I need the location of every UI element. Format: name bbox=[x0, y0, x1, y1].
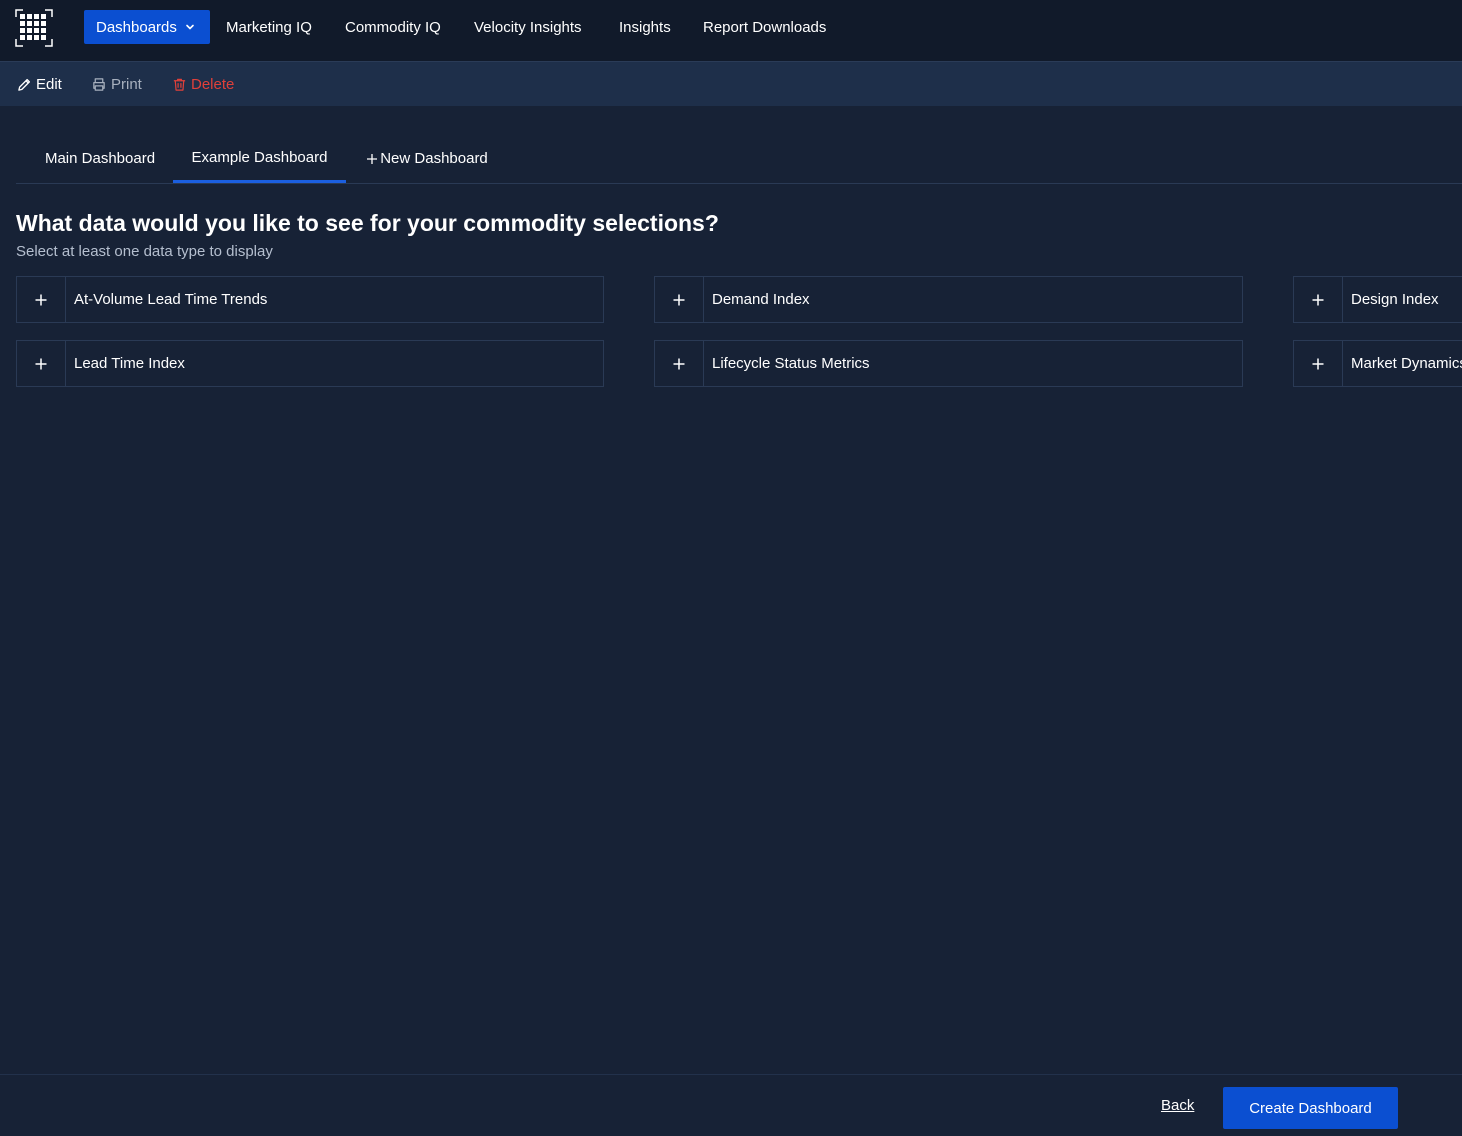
create-dashboard-button[interactable]: Create Dashboard bbox=[1223, 1087, 1398, 1129]
data-type-option[interactable]: Market Dynamics bbox=[1293, 340, 1462, 387]
delete-button[interactable]: Delete bbox=[172, 62, 234, 107]
nav-dashboards-button[interactable]: Dashboards bbox=[84, 10, 210, 44]
delete-label: Delete bbox=[191, 76, 235, 93]
page-title: What data would you like to see for your… bbox=[16, 210, 719, 236]
data-type-label: Lead Time Index bbox=[74, 355, 185, 372]
tab-new-dashboard[interactable]: New Dashboard bbox=[362, 134, 492, 183]
plus-icon bbox=[1294, 341, 1343, 386]
nav-item-report-downloads[interactable]: Report Downloads bbox=[703, 10, 826, 44]
nav-item-marketing-iq[interactable]: Marketing IQ bbox=[226, 10, 312, 44]
tab-example-dashboard[interactable]: Example Dashboard bbox=[173, 134, 346, 183]
print-button[interactable]: Print bbox=[91, 62, 142, 107]
edit-button[interactable]: Edit bbox=[17, 62, 62, 107]
trash-icon bbox=[173, 78, 186, 91]
tab-label: Main Dashboard bbox=[44, 150, 156, 167]
nav-item-commodity-iq[interactable]: Commodity IQ bbox=[345, 10, 441, 44]
nav-item-label: Commodity IQ bbox=[345, 18, 441, 36]
plus-icon bbox=[1294, 277, 1343, 322]
page-subtitle: Select at least one data type to display bbox=[16, 243, 273, 260]
data-type-option[interactable]: Demand Index bbox=[654, 276, 1243, 323]
print-label: Print bbox=[111, 76, 142, 93]
nav-item-label: Report Downloads bbox=[703, 18, 827, 36]
nav-item-label: Velocity Insights bbox=[474, 18, 582, 36]
nav-item-label: Marketing IQ bbox=[226, 18, 312, 36]
pencil-icon bbox=[18, 78, 31, 91]
data-type-option[interactable]: Design Index bbox=[1293, 276, 1462, 323]
top-navigation: Dashboards Marketing IQ Commodity IQ Vel… bbox=[0, 0, 1462, 61]
nav-item-label: Insights bbox=[619, 18, 671, 36]
grid-logo-icon[interactable] bbox=[15, 9, 53, 47]
back-link[interactable]: Back bbox=[1161, 1097, 1194, 1114]
tab-main-dashboard[interactable]: Main Dashboard bbox=[16, 134, 184, 183]
data-type-option[interactable]: Lifecycle Status Metrics bbox=[654, 340, 1243, 387]
plus-icon bbox=[17, 277, 66, 322]
data-type-label: Demand Index bbox=[712, 291, 810, 308]
data-type-option[interactable]: Lead Time Index bbox=[16, 340, 604, 387]
data-type-label: At-Volume Lead Time Trends bbox=[74, 291, 268, 308]
nav-item-insights[interactable]: Insights bbox=[619, 10, 671, 44]
data-type-label: Market Dynamics bbox=[1351, 355, 1462, 372]
data-type-option[interactable]: At-Volume Lead Time Trends bbox=[16, 276, 604, 323]
tab-label: New Dashboard bbox=[380, 150, 488, 167]
footer-bar: Back Create Dashboard bbox=[0, 1074, 1462, 1136]
nav-item-velocity-insights[interactable]: Velocity Insights bbox=[474, 10, 582, 44]
plus-icon bbox=[367, 153, 378, 164]
data-type-label: Lifecycle Status Metrics bbox=[712, 355, 870, 372]
printer-icon bbox=[93, 78, 105, 91]
dashboard-tabs: Main Dashboard Example Dashboard New Das… bbox=[16, 134, 1462, 184]
chevron-down-icon bbox=[186, 24, 194, 30]
data-type-label: Design Index bbox=[1351, 291, 1439, 308]
edit-label: Edit bbox=[36, 76, 62, 93]
plus-icon bbox=[655, 277, 704, 322]
dashboard-toolbar: Edit Print Delete bbox=[0, 61, 1462, 106]
plus-icon bbox=[655, 341, 704, 386]
create-dashboard-label: Create Dashboard bbox=[1249, 1099, 1372, 1117]
nav-dashboards-label: Dashboards bbox=[96, 18, 177, 36]
tab-label: Example Dashboard bbox=[191, 148, 328, 166]
plus-icon bbox=[17, 341, 66, 386]
